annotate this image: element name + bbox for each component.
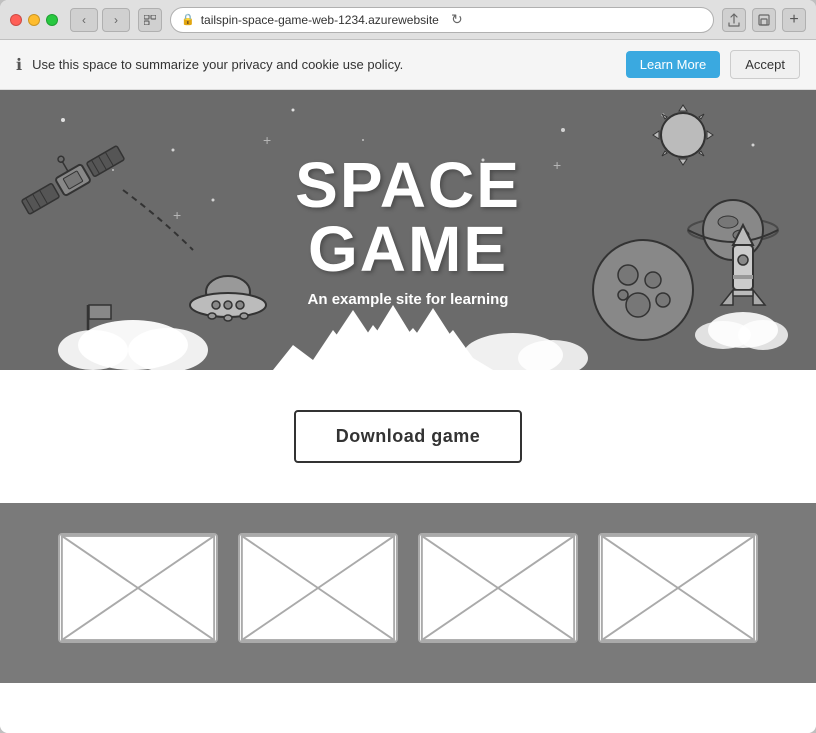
placeholder-card-1 (58, 533, 218, 643)
placeholder-card-3 (418, 533, 578, 643)
address-bar[interactable]: 🔒 tailspin-space-game-web-1234.azurewebs… (170, 7, 714, 33)
footer-section (0, 503, 816, 683)
share-button[interactable] (722, 8, 746, 32)
back-button[interactable]: ‹ (70, 8, 98, 32)
titlebar: ‹ › 🔒 tailspin-space-game-web-1234.azure… (0, 0, 816, 40)
browser-window: ‹ › 🔒 tailspin-space-game-web-1234.azure… (0, 0, 816, 733)
cookie-banner: ℹ Use this space to summarize your priva… (0, 40, 816, 90)
download-section: Download game (0, 370, 816, 503)
page-content: + + + (0, 90, 816, 733)
cookie-text: Use this space to summarize your privacy… (32, 57, 616, 72)
forward-button[interactable]: › (102, 8, 130, 32)
url-text: tailspin-space-game-web-1234.azurewebsit… (201, 13, 439, 27)
close-button[interactable] (10, 14, 22, 26)
hero-title: SPACE GAME (295, 153, 521, 281)
toolbar-right: + (722, 8, 806, 32)
tab-view-button[interactable] (138, 8, 162, 32)
lock-icon: 🔒 (181, 13, 195, 26)
placeholder-card-4 (598, 533, 758, 643)
placeholder-card-2 (238, 533, 398, 643)
learn-more-button[interactable]: Learn More (626, 51, 720, 78)
traffic-lights (10, 14, 58, 26)
svg-text:+: + (173, 207, 181, 223)
info-icon: ℹ (16, 55, 22, 75)
hero-subtitle: An example site for learning (308, 291, 509, 308)
new-tab-button[interactable] (752, 8, 776, 32)
hero-section: + + + (0, 90, 816, 370)
minimize-button[interactable] (28, 14, 40, 26)
nav-buttons: ‹ › (70, 8, 130, 32)
svg-text:+: + (263, 132, 271, 148)
svg-text:+: + (553, 157, 561, 173)
accept-button[interactable]: Accept (730, 50, 800, 79)
download-game-button[interactable]: Download game (294, 410, 523, 463)
add-tab-button[interactable]: + (782, 8, 806, 32)
refresh-button[interactable]: ↻ (445, 8, 469, 32)
maximize-button[interactable] (46, 14, 58, 26)
